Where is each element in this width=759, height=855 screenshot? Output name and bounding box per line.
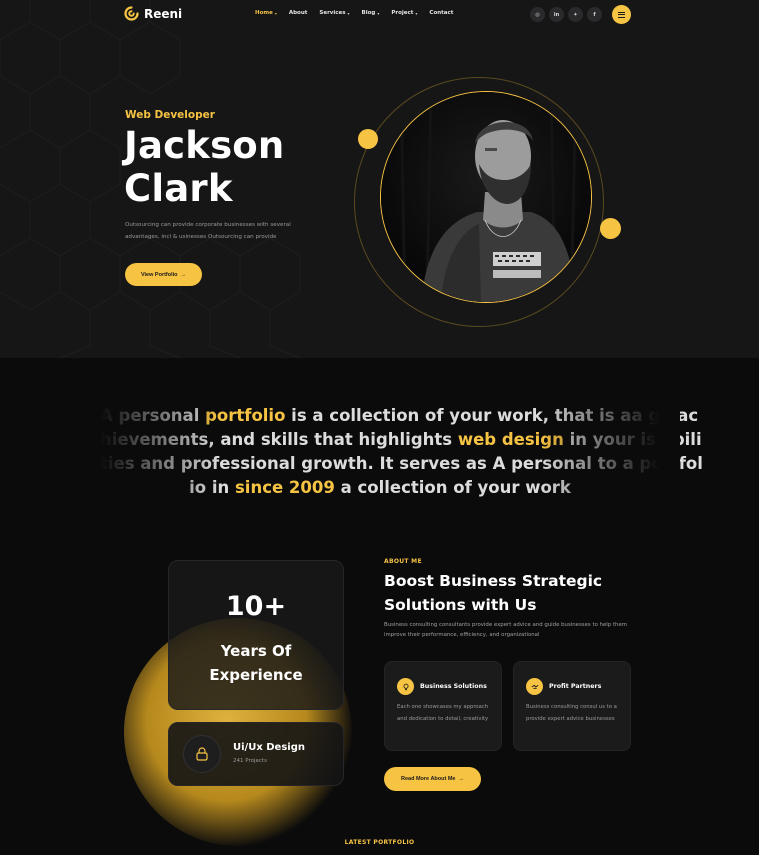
- nav-item-blog[interactable]: Blog ▾: [362, 10, 380, 16]
- statement-line-4: io in since 2009 a collection of your wo…: [100, 476, 660, 500]
- bulb-icon: [397, 678, 414, 695]
- arrow-right-icon: →: [458, 776, 465, 782]
- social-links: ◎ in ✦ f: [530, 7, 602, 22]
- nav-item-label: Contact: [429, 10, 454, 16]
- top-navigation: Reeni Home ▾ About Services ▾ Blog ▾ Pro…: [0, 0, 759, 28]
- feature-card-profit-partners: Profit Partners Business consulting cons…: [513, 661, 631, 751]
- read-more-label: Read More About Me: [401, 776, 456, 782]
- feature-description: Each one showcases my approach and dedic…: [397, 704, 489, 722]
- statement-highlight: portfolio: [205, 406, 286, 425]
- statement-text: A personal: [100, 406, 206, 425]
- nav-item-label: About: [288, 10, 308, 16]
- chevron-down-icon: ▾: [377, 10, 380, 16]
- skill-card: Ui/Ux Design 241 Projects: [168, 722, 344, 786]
- statement-text: hievements, and skills that highlights: [100, 430, 458, 449]
- nav-item-about[interactable]: About: [289, 10, 308, 16]
- nav-item-label: Blog: [361, 10, 376, 16]
- decorative-dot: [358, 129, 378, 149]
- twitter-glyph: ✦: [573, 11, 578, 18]
- hero-section: Reeni Home ▾ About Services ▾ Blog ▾ Pro…: [0, 0, 759, 358]
- about-title-line2: Solutions with Us: [384, 596, 537, 614]
- experience-label-line1: Years Of: [220, 642, 292, 660]
- read-more-about-button[interactable]: Read More About Me →: [384, 767, 481, 791]
- handshake-icon: [526, 678, 543, 695]
- chevron-down-icon: ▾: [415, 10, 418, 16]
- experience-number: 10+: [225, 591, 287, 622]
- statement-text: in your is abili: [563, 430, 702, 449]
- hero-name-first: Jackson: [124, 124, 285, 167]
- profile-portrait: [380, 91, 592, 303]
- skill-subtitle: 241 Projects: [233, 758, 267, 764]
- skill-title: Ui/Ux Design: [233, 742, 305, 753]
- feature-card-business-solutions: Business Solutions Each one showcases my…: [384, 661, 502, 751]
- statement-highlight: web design: [457, 430, 564, 449]
- linkedin-icon[interactable]: in: [549, 7, 564, 22]
- decorative-dot: [600, 218, 621, 239]
- lock-icon: [183, 735, 221, 773]
- chevron-down-icon: ▾: [347, 10, 350, 16]
- about-description: Business consulting consultants provide …: [384, 622, 628, 638]
- feature-title: Profit Partners: [549, 683, 602, 690]
- chevron-down-icon: ▾: [274, 10, 277, 16]
- feature-title: Business Solutions: [420, 683, 487, 690]
- portrait-image: [381, 92, 591, 302]
- nav-item-contact[interactable]: Contact: [429, 10, 453, 16]
- hero-name-last: Clark: [124, 167, 233, 210]
- nav-item-project[interactable]: Project ▾: [391, 10, 417, 16]
- statement-line-2: hievements, and skills that highlights w…: [100, 428, 702, 452]
- experience-label-line2: Experience: [209, 666, 303, 684]
- statement-text: is a collection of your work, that is aa…: [285, 406, 699, 425]
- logo[interactable]: Reeni: [124, 6, 182, 21]
- instagram-glyph: ◎: [535, 11, 540, 18]
- nav-item-home[interactable]: Home ▾: [255, 10, 277, 16]
- logo-text: Reeni: [144, 6, 183, 21]
- statement-line-1: A personal portfolio is a collection of …: [100, 404, 698, 428]
- portfolio-statement: A personal portfolio is a collection of …: [100, 404, 703, 500]
- statement-highlight: since 2009: [234, 478, 335, 497]
- statement-text: ties and professional growth. It serves …: [100, 454, 703, 473]
- hero-role: Web Developer: [125, 109, 215, 121]
- nav-item-services[interactable]: Services ▾: [319, 10, 349, 16]
- facebook-icon[interactable]: f: [587, 7, 602, 22]
- hero-description: Outsourcing can provide corporate busine…: [125, 222, 291, 240]
- about-tag: ABOUT ME: [384, 558, 422, 565]
- twitter-icon[interactable]: ✦: [568, 7, 583, 22]
- about-title-line1: Boost Business Strategic: [384, 572, 603, 590]
- statement-line-3: ties and professional growth. It serves …: [100, 452, 703, 476]
- nav-item-label: Project: [391, 10, 414, 16]
- latest-portfolio-heading: LATEST PORTFOLIO: [344, 839, 415, 846]
- hero-name: Jackson Clark: [124, 124, 284, 210]
- about-title: Boost Business Strategic Solutions with …: [384, 569, 644, 617]
- view-portfolio-label: View Portfolio: [140, 271, 178, 278]
- view-portfolio-button[interactable]: View Portfolio →: [125, 263, 202, 286]
- facebook-glyph: f: [593, 11, 596, 18]
- experience-card: 10+ Years Of Experience: [168, 560, 344, 710]
- nav-item-label: Home: [255, 10, 273, 16]
- main-menu: Home ▾ About Services ▾ Blog ▾ Project ▾…: [255, 10, 453, 16]
- statement-text: io in: [189, 478, 235, 497]
- experience-label: Years Of Experience: [169, 639, 343, 687]
- hamburger-icon[interactable]: [612, 5, 631, 24]
- statement-text: a collection of your work: [334, 478, 571, 497]
- nav-item-label: Services: [319, 10, 346, 16]
- linkedin-glyph: in: [553, 11, 560, 18]
- logo-icon: [124, 6, 139, 21]
- arrow-right-icon: →: [180, 271, 187, 278]
- instagram-icon[interactable]: ◎: [530, 7, 545, 22]
- feature-description: Business consulting consul us to a provi…: [526, 704, 617, 722]
